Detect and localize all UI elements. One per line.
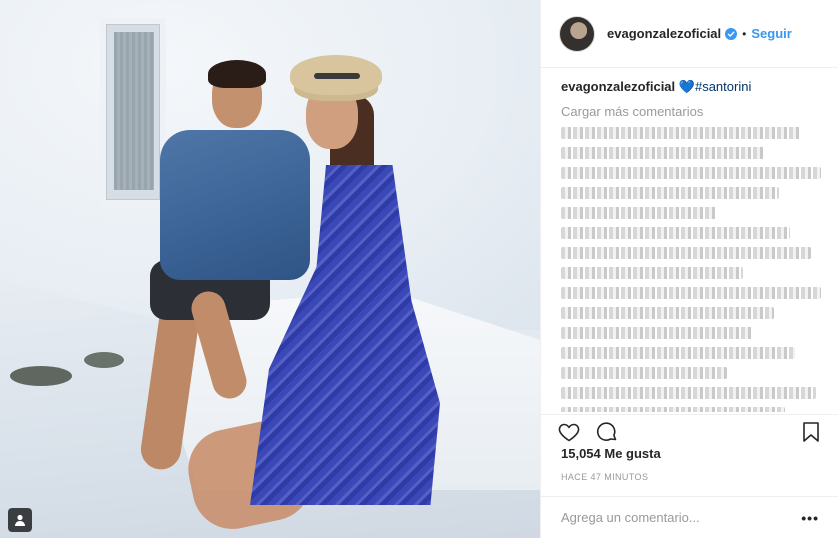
follow-button[interactable]: Seguir [751,26,791,41]
load-more-comments-button[interactable]: Cargar más comentarios [561,104,821,119]
caption: evagonzalezoficial 💙#santorini [561,78,821,96]
add-comment-input[interactable] [561,510,802,525]
blurred-comment-line [561,207,717,219]
caption-hashtag[interactable]: #santorini [695,79,751,94]
blurred-comment-line [561,327,754,339]
caption-username[interactable]: evagonzalezoficial [561,79,675,94]
action-bar [541,414,838,448]
blurred-comment-line [561,347,795,359]
bookmark-icon[interactable] [799,420,823,444]
verified-badge-icon [725,27,738,40]
blurred-comment-line [561,127,801,139]
avatar[interactable] [559,15,595,52]
post-timestamp[interactable]: HACE 47 MINUTOS [561,472,648,482]
blurred-comment-line [561,367,728,379]
blurred-comment-line [561,307,775,319]
heart-outline-icon[interactable] [557,420,581,444]
blurred-comment-line [561,387,816,399]
blurred-comment-line [561,287,821,299]
separator-dot: • [742,26,747,41]
blurred-comment-line [561,147,764,159]
comments-list[interactable]: evagonzalezoficial 💙#santorini Cargar má… [541,68,838,412]
likes-count[interactable]: 15,054 Me gusta [561,446,661,461]
photo-shoe-left [10,366,72,386]
post-photo[interactable] [0,0,540,538]
blurred-comment-line [561,167,821,179]
blurred-comments [561,127,821,412]
post-header: evagonzalezoficial • Seguir [541,0,838,68]
blurred-comment-line [561,227,790,239]
blurred-comment-line [561,407,785,412]
post-side-panel: evagonzalezoficial • Seguir evagonzalezo… [540,0,838,538]
more-options-icon[interactable]: ••• [801,510,819,526]
comment-bubble-icon[interactable] [595,420,619,444]
blurred-comment-line [561,247,811,259]
blurred-comment-line [561,187,780,199]
photo-woman [180,55,450,537]
user-tag-icon[interactable] [8,508,32,532]
caption-heart: 💙 [678,79,695,94]
photo-shoe-right [84,352,124,368]
header-username[interactable]: evagonzalezoficial [607,26,721,41]
blurred-comment-line [561,267,743,279]
add-comment-bar: ••• [541,496,838,538]
